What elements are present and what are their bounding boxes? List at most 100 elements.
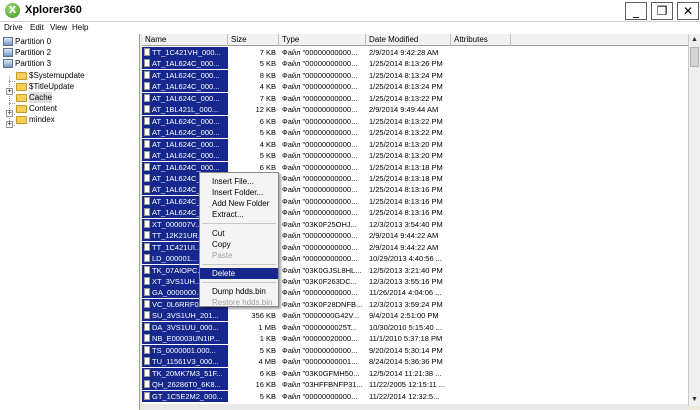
table-row[interactable]: DA_3VS1UU_000... 1 MB Файл "0000000025T...…	[142, 321, 688, 333]
cell-size: 5 KB	[259, 345, 276, 355]
table-row[interactable]: AT_1AL624C_000... 5 KB Файл "00000000000..…	[142, 150, 688, 162]
file-icon	[144, 254, 150, 263]
menu-view[interactable]: View	[50, 23, 67, 32]
cell-type: Файл "03K0GJSL8HL...	[282, 265, 362, 275]
cell-name: DA_3VS1UU_000...	[142, 321, 228, 333]
table-row[interactable]: GT_1C5E2M2_000... 5 KB Файл "00000000000..…	[142, 390, 688, 402]
cell-type: Файл "00000000000...	[282, 254, 358, 264]
table-row[interactable]: SU_3VS1UH_201... 356 KB Файл "0000000G42V.…	[142, 310, 688, 322]
cell-date: 1/25/2014 8:13:24 PM	[369, 70, 443, 80]
file-name-text: AT_1AL624C_000...	[152, 93, 220, 103]
menu-item-add-new-folder[interactable]: Add New Folder	[200, 198, 278, 209]
menu-edit[interactable]: Edit	[30, 23, 44, 32]
cell-name: AT_1AL624C_000...	[142, 115, 228, 127]
menu-item-extract[interactable]: Extract...	[200, 209, 278, 220]
app-icon: X	[5, 3, 20, 18]
file-name-text: GA_0000000...	[152, 288, 203, 298]
cell-name: GT_1C5E2M2_000...	[142, 390, 228, 402]
cell-name: AT_1AL624C_000...	[142, 150, 228, 162]
file-icon	[144, 185, 150, 194]
column-header-date[interactable]: Date Modified	[366, 34, 451, 46]
file-icon	[144, 116, 150, 125]
cell-name: AT_1AL624C_000...	[142, 127, 228, 139]
table-row[interactable]: AT_1AL624C_000... 6 KB Файл "00000000000..…	[142, 161, 688, 173]
table-row[interactable]: AT_1AL624C_000... 6 KB Файл "00000000000..…	[142, 115, 688, 127]
cell-type: Файл "00000000000...	[282, 48, 358, 57]
file-name-text: XT_000007V...	[152, 219, 202, 229]
file-name-text: TT_1C421UI...	[152, 242, 202, 252]
menu-item-cut[interactable]: Cut	[200, 228, 278, 239]
table-row[interactable]: TT_1C421VH_000... 7 KB Файл "00000000000..…	[142, 47, 688, 58]
table-row[interactable]: AT_1AL624C_000... 5 KB Файл "00000000000..…	[142, 127, 688, 139]
cell-date: 10/29/2013 4:40:56 ...	[369, 254, 442, 264]
column-header-name[interactable]: Name	[142, 34, 228, 46]
cell-size: 1 MB	[258, 322, 276, 332]
close-button[interactable]: ✕	[677, 2, 699, 20]
table-row[interactable]: TU_11561V3_000... 4 MB Файл "00000000001..…	[142, 356, 688, 368]
maximize-button[interactable]: ❐	[651, 2, 673, 20]
tree-item-mindex[interactable]: mindex	[16, 114, 55, 125]
folder-icon	[16, 72, 27, 80]
table-row[interactable]: AT_1AL624C_000... 8 KB Файл "00000000000..…	[142, 69, 688, 81]
expand-toggle-content[interactable]: +	[6, 110, 13, 117]
scroll-up-arrow-icon[interactable]: ▲	[689, 34, 700, 45]
file-name-text: QH_26286T0_6K8...	[152, 380, 221, 390]
cell-type: Файл "03K0F25OHJ...	[282, 219, 357, 229]
menu-item-insert-folder[interactable]: Insert Folder...	[200, 187, 278, 198]
file-icon	[144, 48, 150, 56]
column-header-attributes[interactable]: Attributes	[451, 34, 511, 46]
tree-item-partition-2[interactable]: Partition 2	[3, 47, 51, 58]
cell-name: AT_1AL624C_000...	[142, 58, 228, 70]
table-row[interactable]: AT_1AL624C_000... 7 KB Файл "00000000000..…	[142, 92, 688, 104]
list-header: Name Size Type Date Modified Attributes	[142, 34, 688, 46]
cell-size: 1 KB	[259, 334, 276, 344]
tree-item-partition-0[interactable]: Partition 0	[3, 36, 51, 47]
table-row[interactable]: NB_E00003UN1IP... 1 KB Файл "00000020000..…	[142, 333, 688, 345]
expand-toggle-mindex[interactable]: +	[6, 121, 13, 128]
folder-tree[interactable]: Partition 0 Partition 2 Partition 3 + + …	[0, 34, 140, 410]
file-name-text: AT_1AL624C_000...	[152, 59, 220, 69]
file-name-text: AT_1AL624C_000...	[152, 116, 220, 126]
file-icon	[144, 299, 150, 308]
cell-name: AT_1AL624C_000...	[142, 138, 228, 150]
tree-item-systemupdate[interactable]: $Systemupdate	[16, 70, 85, 81]
menu-help[interactable]: Help	[72, 23, 88, 32]
cell-type: Файл "00000000000...	[282, 242, 358, 252]
scroll-thumb[interactable]	[690, 47, 699, 67]
cell-type: Файл "00000000000...	[282, 288, 358, 298]
menu-drive[interactable]: Drive	[4, 23, 23, 32]
folder-icon	[16, 116, 27, 124]
cell-date: 1/25/2014 8:13:16 PM	[369, 196, 443, 206]
table-row[interactable]: TS_0000001.000... 5 KB Файл "00000000000..…	[142, 344, 688, 356]
table-row[interactable]: QH_26286T0_6K8... 16 KB Файл "03HFFBNFP31.…	[142, 379, 688, 391]
cell-size: 16 KB	[255, 380, 276, 390]
menu-bar: Drive Edit View Help	[0, 22, 700, 34]
minimize-button[interactable]: _	[625, 2, 647, 20]
expand-toggle-titleupdate[interactable]: +	[6, 88, 13, 95]
cell-size: 4 KB	[259, 82, 276, 92]
table-row[interactable]: AT_1AL624C_000... 5 KB Файл "00000000000..…	[142, 58, 688, 70]
tree-item-partition-3[interactable]: Partition 3	[3, 58, 51, 69]
column-header-size[interactable]: Size	[228, 34, 279, 46]
file-icon	[144, 105, 150, 114]
table-row[interactable]: TK_20MK7M3_51F... 6 KB Файл "03K0GFMH50...…	[142, 367, 688, 379]
vertical-scrollbar[interactable]: ▲ ▼	[688, 34, 700, 406]
horizontal-scrollbar[interactable]	[142, 404, 688, 410]
cell-type: Файл "00000000000...	[282, 82, 358, 92]
table-row[interactable]: AT_1BL421L_000... 12 KB Файл "00000000000.…	[142, 104, 688, 116]
tree-item-cache[interactable]: Cache	[16, 92, 53, 103]
tree-item-titleupdate[interactable]: $TitleUpdate	[16, 81, 74, 92]
menu-item-insert-file[interactable]: Insert File...	[200, 176, 278, 187]
menu-item-dump-hdds[interactable]: Dump hdds.bin	[200, 286, 278, 297]
table-row[interactable]: AT_1AL624C_000... 4 KB Файл "00000000000..…	[142, 81, 688, 93]
window-title: Xplorer360	[25, 4, 82, 16]
scroll-down-arrow-icon[interactable]: ▼	[689, 394, 700, 405]
tree-item-label: Cache	[29, 92, 53, 103]
table-row[interactable]: AT_1AL624C_000... 4 KB Файл "00000000000..…	[142, 138, 688, 150]
column-header-type[interactable]: Type	[279, 34, 366, 46]
cell-date: 12/3/2013 3:55:16 PM	[369, 277, 443, 286]
tree-item-content[interactable]: Content	[16, 103, 57, 114]
menu-item-copy[interactable]: Copy	[200, 239, 278, 250]
menu-item-delete[interactable]: Delete	[200, 268, 278, 279]
cell-date: 1/25/2014 8:13:18 PM	[369, 173, 443, 183]
